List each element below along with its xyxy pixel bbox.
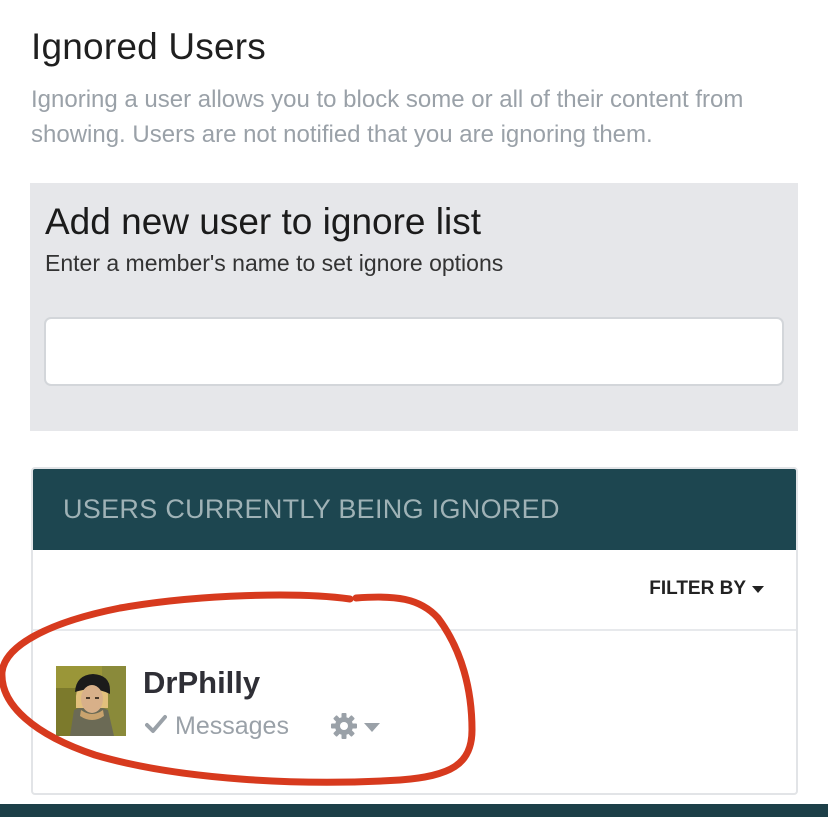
chevron-down-icon (364, 720, 380, 738)
user-name-link[interactable]: DrPhilly (143, 665, 260, 701)
ignore-messages-label: Messages (175, 712, 289, 740)
bottom-bar (0, 804, 828, 817)
check-icon (145, 712, 167, 741)
filter-by-label: FILTER BY (649, 578, 746, 599)
ignored-user-row: DrPhilly Messages (33, 632, 796, 793)
add-user-section: Add new user to ignore list Enter a memb… (30, 183, 798, 431)
user-options-menu[interactable] (330, 712, 380, 745)
page-title: Ignored Users (31, 26, 266, 67)
filter-row: FILTER BY (33, 550, 796, 631)
page-description: Ignoring a user allows you to block some… (31, 86, 744, 148)
panel-header-title: USERS CURRENTLY BEING IGNORED (63, 494, 560, 524)
add-user-subtitle: Enter a member's name to set ignore opti… (45, 250, 504, 276)
caret-down-icon (752, 585, 764, 593)
avatar-image (56, 666, 126, 736)
ignore-messages-option[interactable]: Messages (145, 712, 289, 741)
add-user-title: Add new user to ignore list (45, 201, 482, 242)
panel-header: USERS CURRENTLY BEING IGNORED (33, 469, 796, 550)
ignored-users-panel: USERS CURRENTLY BEING IGNORED FILTER BY … (31, 467, 798, 795)
avatar[interactable] (56, 666, 126, 736)
gear-icon (330, 712, 358, 745)
member-name-input[interactable] (44, 317, 784, 386)
filter-by-button[interactable]: FILTER BY (649, 578, 764, 600)
